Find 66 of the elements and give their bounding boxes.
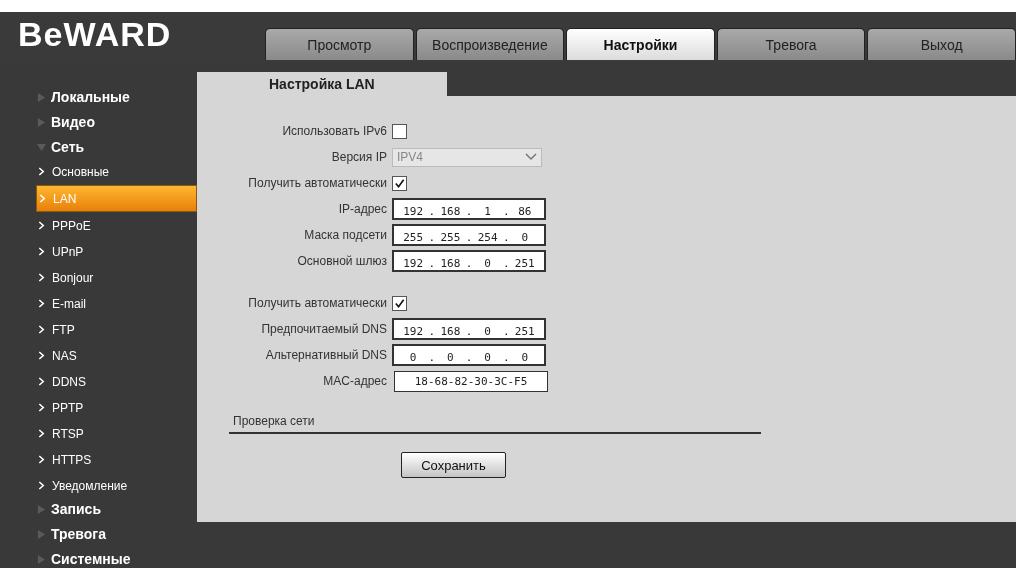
nav-tab[interactable]: Настройки [566,28,715,60]
triangle-right-icon [37,504,46,514]
field-label: Получить автоматически [247,176,388,190]
mac-address-field[interactable]: 18-68-82-30-3C-F5 [394,370,548,392]
sidebar-item[interactable]: Локальные [0,86,197,108]
sidebar-subitem[interactable]: UPnP [0,239,197,264]
chevron-right-icon [38,325,45,334]
triangle-right-icon [37,529,46,539]
chevron-right-icon [38,221,45,230]
sidebar-subitem[interactable]: DDNS [0,369,197,394]
chevron-right-icon [39,194,46,203]
sidebar-item[interactable]: Запись [0,498,197,520]
chevron-right-icon [38,247,45,256]
triangle-right-icon [37,92,46,102]
field-label: Альтернативный DNS [264,348,388,362]
sidebar-subitem[interactable]: Основные [0,159,197,184]
logo: BeWARD [17,14,173,55]
chevron-right-icon [38,167,45,176]
sidebar-subitem[interactable]: Уведомление [0,473,197,498]
chevron-down-icon [525,153,537,161]
ip-address-field[interactable]: 192 . 168 . 0 . 251 [392,318,546,340]
sidebar-item[interactable]: Тревога [0,523,197,545]
sidebar-subitem[interactable]: Bonjour [0,265,197,290]
nav-tab[interactable]: Просмотр [265,28,414,60]
ip-address-field[interactable]: 255 . 255 . 254 . 0 [392,224,546,246]
nav-tab[interactable]: Воспроизведение [415,28,565,60]
section-heading: Проверка сети [229,414,761,434]
sidebar-subitem[interactable]: PPPoE [0,213,197,238]
triangle-right-icon [37,554,46,564]
save-button[interactable]: Сохранить [401,452,506,478]
chevron-right-icon [38,273,45,282]
sidebar-subitem[interactable]: HTTPS [0,447,197,472]
field-label: IP-адрес [337,202,388,216]
ip-address-field[interactable]: 192 . 168 . 0 . 251 [392,250,546,272]
chevron-right-icon [38,299,45,308]
sidebar-subitem[interactable]: FTP [0,317,197,342]
triangle-down-icon [37,142,46,152]
checkbox[interactable] [392,295,407,311]
nav-tab[interactable]: Выход [867,28,1016,60]
sidebar-subitem[interactable]: E-mail [0,291,197,316]
chevron-right-icon [38,377,45,386]
sidebar-item[interactable]: Видео [0,111,197,133]
chevron-right-icon [38,351,45,360]
field-label: Использовать IPv6 [281,124,388,138]
panel-title: Настройка LAN [197,72,447,96]
field-label: Получить автоматически [247,296,388,310]
sidebar-subitem[interactable]: RTSP [0,421,197,446]
chevron-right-icon [38,429,45,438]
sidebar-subitem[interactable]: PPTP [0,395,197,420]
field-label: MAC-адрес [322,374,388,388]
ip-address-field[interactable]: 192 . 168 . 1 . 86 [392,198,546,220]
checkbox[interactable] [392,175,407,191]
field-label: Основной шлюз [296,254,388,268]
sidebar-item[interactable]: Системные [0,548,197,568]
triangle-right-icon [37,117,46,127]
field-label: Маска подсети [303,228,388,242]
sidebar-item[interactable]: Сеть [0,136,197,158]
chevron-right-icon [38,403,45,412]
field-label: Предпочитаемый DNS [260,322,388,336]
checkbox[interactable] [392,123,407,139]
chevron-right-icon [38,455,45,464]
ip-address-field[interactable]: 0 . 0 . 0 . 0 [392,344,546,366]
field-label: Версия IP [330,150,388,164]
nav-tab[interactable]: Тревога [716,28,866,60]
sidebar-subitem[interactable]: NAS [0,343,197,368]
chevron-right-icon [38,481,45,490]
